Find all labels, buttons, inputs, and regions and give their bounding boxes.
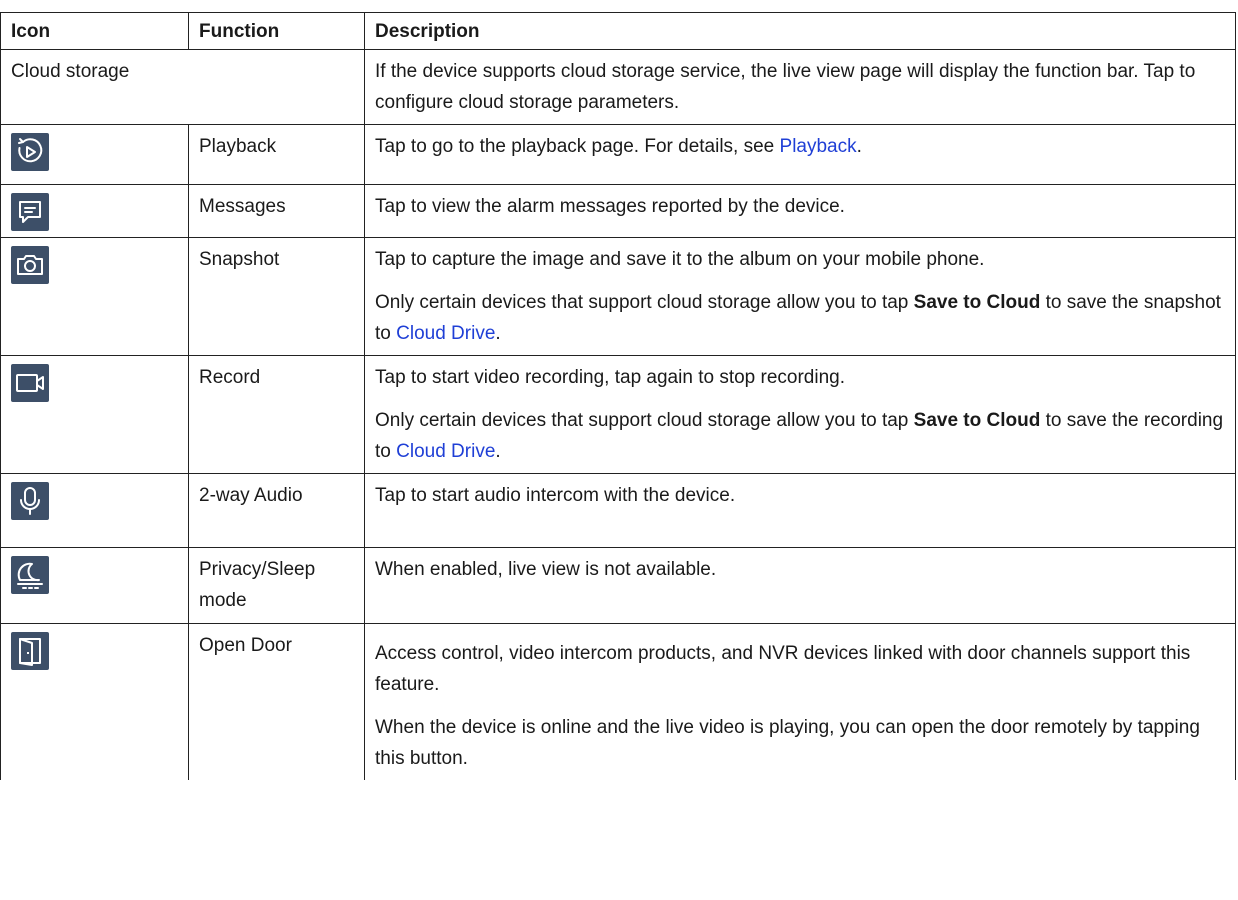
note-text: Only certain devices that support cloud … bbox=[375, 292, 914, 313]
cloud-storage-label: Cloud storage bbox=[0, 49, 365, 125]
icon-cell bbox=[0, 623, 189, 780]
icon-cell bbox=[0, 237, 189, 356]
function-privacy-sleep: Privacy/Sleep mode bbox=[188, 547, 365, 624]
icon-cell bbox=[0, 473, 189, 548]
playback-link[interactable]: Playback bbox=[780, 136, 857, 157]
table-row-open-door: Open Door Access control, video intercom… bbox=[0, 623, 1236, 780]
cloud-drive-link[interactable]: Cloud Drive bbox=[396, 441, 495, 462]
table-row-2-way-audio: 2-way Audio Tap to start audio intercom … bbox=[0, 473, 1236, 548]
description-period: . bbox=[856, 136, 862, 157]
cloud-storage-description: If the device supports cloud storage ser… bbox=[364, 49, 1236, 125]
table-row-record: Record Tap to start video recording, tap… bbox=[0, 355, 1236, 474]
description-text: Tap to go to the playback page. For deta… bbox=[375, 136, 780, 157]
video-record-icon bbox=[11, 364, 49, 402]
description-record: Tap to start video recording, tap again … bbox=[364, 355, 1236, 474]
header-description: Description bbox=[364, 12, 1236, 50]
description-playback: Tap to go to the playback page. For deta… bbox=[364, 124, 1236, 185]
table-row-playback: Playback Tap to go to the playback page.… bbox=[0, 124, 1236, 185]
header-function: Function bbox=[188, 12, 365, 50]
icon-cell bbox=[0, 355, 189, 474]
function-2-way-audio: 2-way Audio bbox=[188, 473, 365, 548]
function-playback: Playback bbox=[188, 124, 365, 185]
sleep-moon-icon bbox=[11, 556, 49, 594]
note-period: . bbox=[495, 441, 501, 462]
table-row-messages: Messages Tap to view the alarm messages … bbox=[0, 184, 1236, 238]
cloud-drive-link[interactable]: Cloud Drive bbox=[396, 323, 495, 344]
header-icon: Icon bbox=[0, 12, 189, 50]
icon-cell bbox=[0, 547, 189, 624]
camera-icon bbox=[11, 246, 49, 284]
snapshot-note: Only certain devices that support cloud … bbox=[375, 287, 1227, 349]
open-door-note: When the device is online and the live v… bbox=[375, 717, 1200, 769]
note-period: . bbox=[495, 323, 501, 344]
table-row-snapshot: Snapshot Tap to capture the image and sa… bbox=[0, 237, 1236, 356]
icon-cell bbox=[0, 184, 189, 238]
function-messages: Messages bbox=[188, 184, 365, 238]
note-text: Only certain devices that support cloud … bbox=[375, 410, 914, 431]
description-open-door: Access control, video intercom products,… bbox=[364, 623, 1236, 780]
table-row-privacy-sleep: Privacy/Sleep mode When enabled, live vi… bbox=[0, 547, 1236, 624]
record-note: Only certain devices that support cloud … bbox=[375, 405, 1227, 467]
description-privacy-sleep: When enabled, live view is not available… bbox=[364, 547, 1236, 624]
messages-icon bbox=[11, 193, 49, 231]
description-snapshot: Tap to capture the image and save it to … bbox=[364, 237, 1236, 356]
door-icon bbox=[11, 632, 49, 670]
snapshot-desc: Tap to capture the image and save it to … bbox=[375, 249, 985, 270]
icon-cell bbox=[0, 124, 189, 185]
microphone-icon bbox=[11, 482, 49, 520]
save-to-cloud-label: Save to Cloud bbox=[913, 292, 1041, 313]
save-to-cloud-label: Save to Cloud bbox=[913, 410, 1041, 431]
table-header-row: Icon Function Description bbox=[0, 12, 1236, 50]
description-messages: Tap to view the alarm messages reported … bbox=[364, 184, 1236, 238]
playback-icon bbox=[11, 133, 49, 171]
function-record: Record bbox=[188, 355, 365, 474]
table-row-cloud-storage: Cloud storage If the device supports clo… bbox=[0, 49, 1236, 125]
function-open-door: Open Door bbox=[188, 623, 365, 780]
record-desc: Tap to start video recording, tap again … bbox=[375, 367, 845, 388]
function-table: Icon Function Description Cloud storage … bbox=[0, 12, 1236, 780]
function-snapshot: Snapshot bbox=[188, 237, 365, 356]
open-door-desc: Access control, video intercom products,… bbox=[375, 643, 1191, 695]
description-2-way-audio: Tap to start audio intercom with the dev… bbox=[364, 473, 1236, 548]
